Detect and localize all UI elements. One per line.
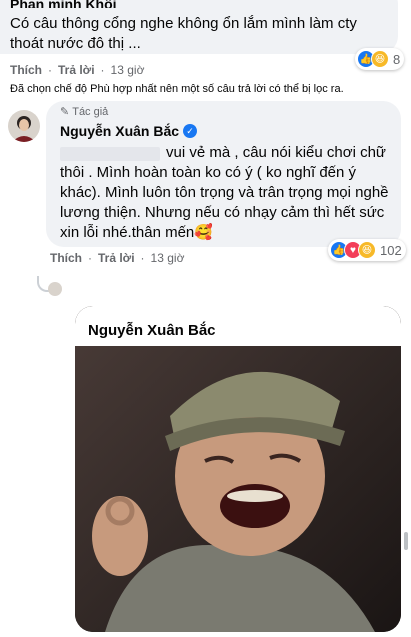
comment-bubble-1: Phan minh Khôi Có câu thông cổng nghe kh… — [0, 0, 398, 54]
haha-icon: 😆 — [371, 50, 389, 68]
like-action[interactable]: Thích — [50, 251, 82, 265]
author-avatar[interactable] — [8, 110, 40, 142]
like-action[interactable]: Thích — [10, 63, 42, 77]
comment-actions-1: Thích · Trả lời · 13 giờ — [10, 63, 144, 77]
comment-author[interactable]: Phan minh Khôi — [10, 0, 117, 8]
reply-action[interactable]: Trả lời — [98, 251, 135, 265]
timestamp[interactable]: 13 giờ — [111, 63, 145, 77]
comment-text: Có câu thông cổng nghe không ổn lắm mình… — [10, 15, 357, 52]
separator: · — [88, 251, 92, 265]
comment-author[interactable]: Nguyễn Xuân Bắc — [60, 123, 179, 139]
reply-avatar[interactable] — [48, 282, 62, 296]
laughing-man-image — [75, 306, 401, 632]
comment-author[interactable]: Nguyễn Xuân Bắc — [88, 322, 216, 339]
reaction-count: 8 — [393, 51, 401, 67]
comment-actions-2: Thích · Trả lời · 13 giờ — [50, 251, 184, 265]
comment-text: vui vẻ mà , câu nói kiểu chơi chữ thôi .… — [60, 144, 389, 241]
filter-note: Đã chọn chế độ Phù hợp nhất nên một số c… — [10, 83, 344, 95]
verified-badge-icon: ✓ — [183, 124, 198, 138]
timestamp[interactable]: 13 giờ — [151, 251, 185, 265]
separator: · — [48, 63, 52, 77]
reply-action[interactable]: Trả lời — [58, 63, 95, 77]
separator: · — [140, 251, 145, 265]
pen-icon: ✎ — [60, 106, 70, 118]
reaction-summary[interactable]: 👍 😆 8 — [355, 48, 405, 70]
reaction-count: 102 — [380, 242, 402, 258]
comment-author-row: Nguyễn Xuân Bắc ✓ — [60, 123, 198, 139]
separator: · — [100, 63, 105, 77]
reply-photo[interactable] — [75, 306, 401, 632]
haha-icon: 😆 — [358, 241, 376, 259]
author-tag: ✎ Tác giả — [60, 105, 109, 119]
scrollbar-thumb[interactable] — [404, 532, 408, 550]
comment-bubble-2: ✎ Tác giả Nguyễn Xuân Bắc ✓ vui vẻ mà , … — [46, 101, 401, 247]
reaction-summary[interactable]: 👍 ♥ 😆 102 — [328, 239, 406, 261]
